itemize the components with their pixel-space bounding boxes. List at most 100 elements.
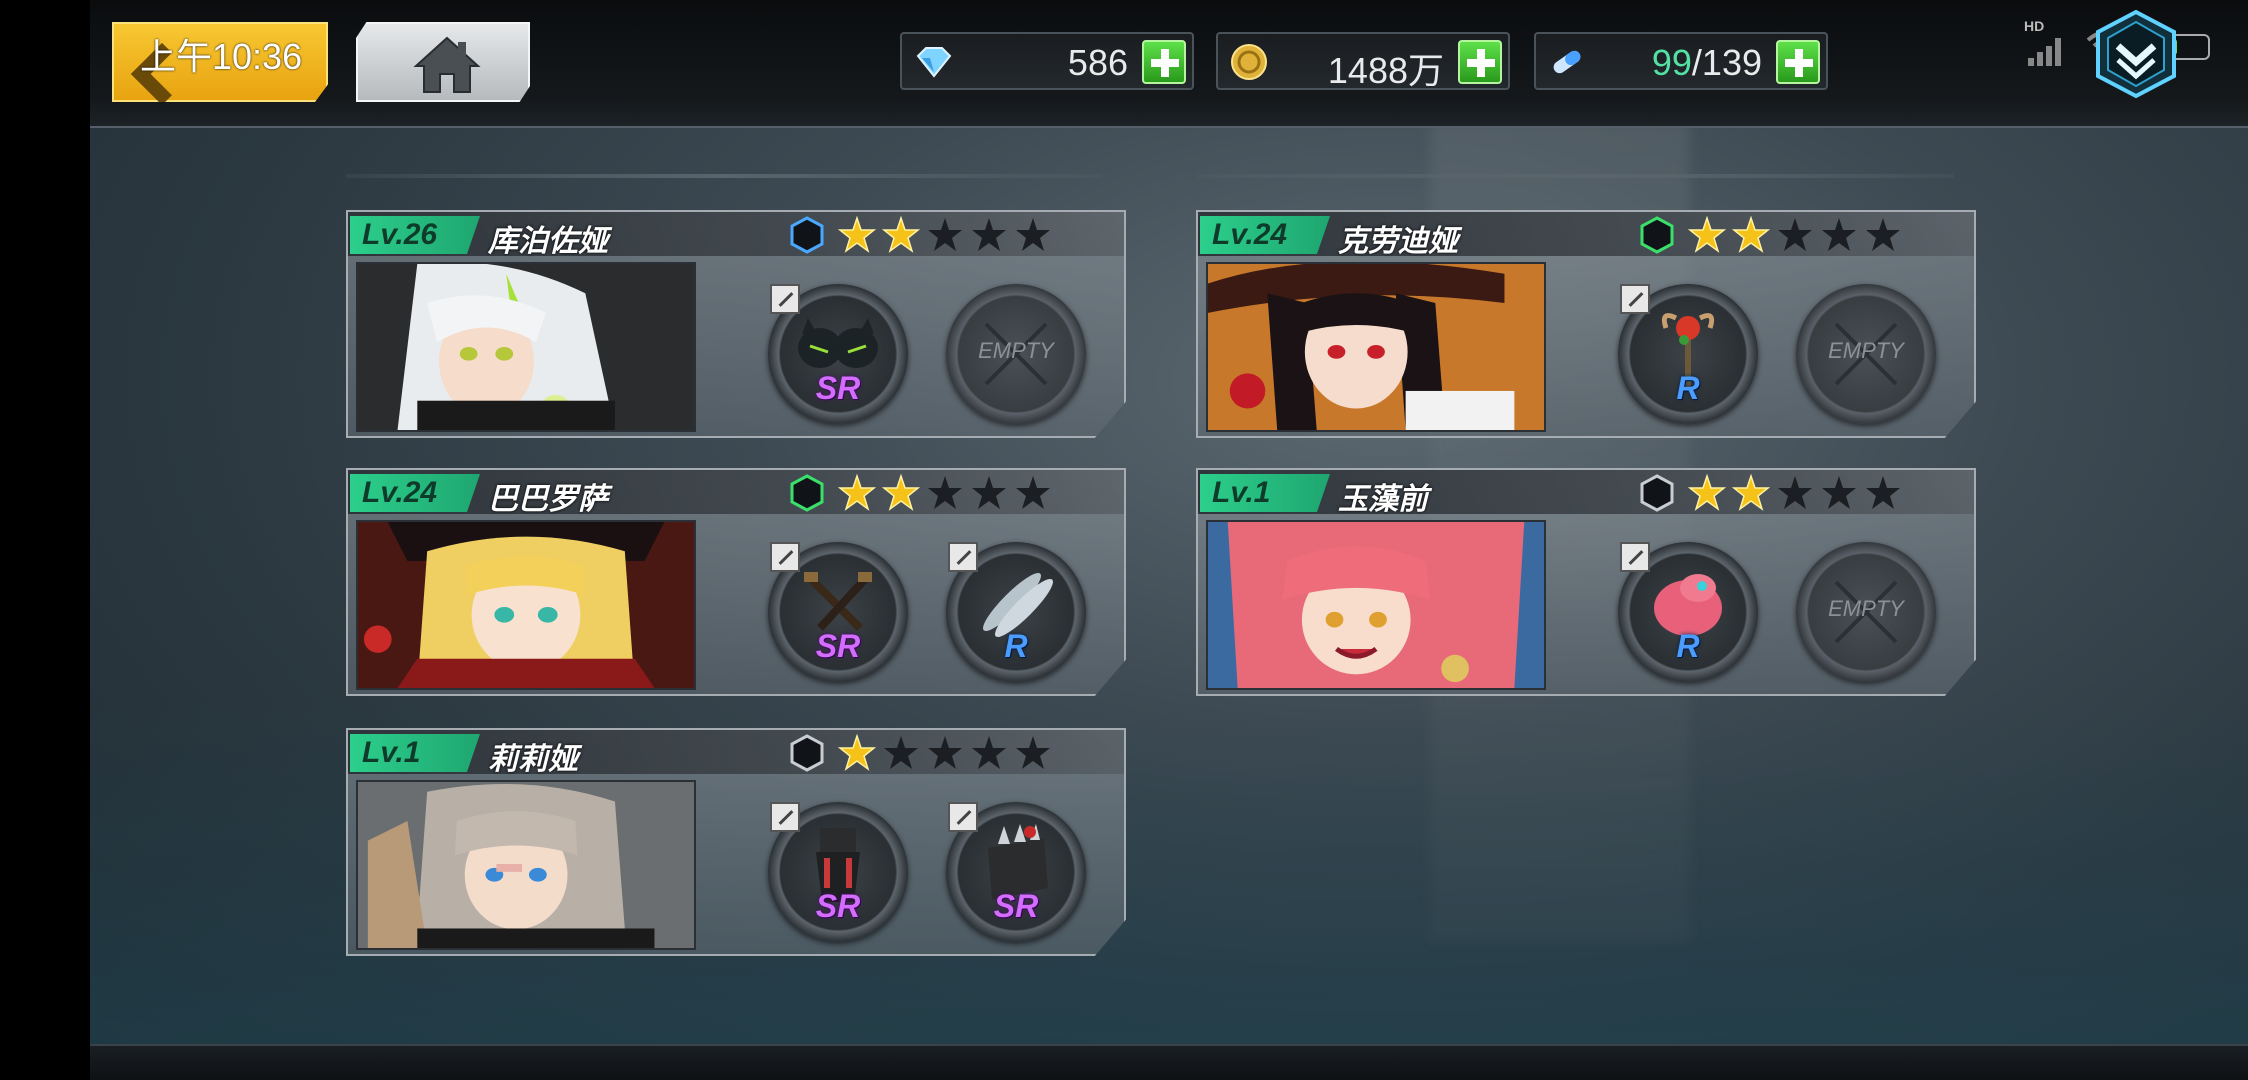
equipment-slot-empty[interactable]: EMPTY: [946, 284, 1086, 424]
portrait-art: [1208, 264, 1544, 430]
star-rating: [838, 474, 1052, 512]
equipment-slot-empty[interactable]: EMPTY: [1796, 542, 1936, 682]
item-grade: R: [1676, 628, 1700, 664]
add-stamina-button[interactable]: [1776, 40, 1820, 84]
card-header: Lv.24 克劳迪娅: [1198, 212, 1974, 258]
panel-divider-right: [1198, 174, 1954, 178]
stamina-counter: 99/139: [1534, 32, 1828, 90]
level-tag: Lv.1: [350, 734, 480, 772]
item-grade: SR: [815, 888, 861, 924]
star-empty-icon: [972, 736, 1006, 769]
star-filled-icon: [1732, 474, 1770, 511]
stamina-separator: /: [1691, 42, 1702, 83]
star-empty-icon: [928, 736, 962, 769]
star-empty-icon: [1822, 218, 1856, 251]
character-card[interactable]: Lv.1 玉藻前 R EMPTY: [1196, 468, 1976, 696]
back-button[interactable]: 上午10:36: [112, 22, 328, 102]
equipment-slot-empty[interactable]: EMPTY: [1796, 284, 1936, 424]
level-text: Lv.26: [362, 218, 438, 251]
portrait-art: [358, 522, 694, 688]
star-empty-icon: [1016, 736, 1050, 769]
star-empty-icon: [1778, 476, 1812, 509]
equipment-slot[interactable]: SR: [946, 802, 1086, 942]
add-crystal-button[interactable]: [1142, 40, 1186, 84]
character-card[interactable]: Lv.1 莉莉娅 SR SR: [346, 728, 1126, 956]
item-grade: R: [1004, 628, 1028, 664]
empty-label: EMPTY: [1828, 596, 1904, 621]
stamina-max: 139: [1701, 42, 1762, 83]
rarity-hexagon-icon: [1640, 474, 1674, 512]
character-name: 库泊佐娅: [488, 225, 608, 258]
home-icon: [413, 36, 481, 93]
add-gold-button[interactable]: [1458, 40, 1502, 84]
star-empty-icon: [1866, 218, 1900, 251]
bottom-bar: [90, 1044, 2248, 1080]
star-filled-icon: [882, 474, 920, 511]
edit-icon[interactable]: [770, 284, 800, 314]
level-tag: Lv.24: [1200, 216, 1330, 254]
star-empty-icon: [928, 476, 962, 509]
level-text: Lv.1: [362, 736, 421, 769]
panel-divider-left: [346, 174, 1102, 178]
character-portrait[interactable]: [1206, 520, 1546, 690]
character-portrait[interactable]: [1206, 262, 1546, 432]
crystal-icon: [916, 47, 952, 78]
star-empty-icon: [928, 218, 962, 251]
character-card[interactable]: Lv.24 克劳迪娅 R EMPTY: [1196, 210, 1976, 438]
star-empty-icon: [1866, 476, 1900, 509]
equipment-slot[interactable]: SR: [768, 542, 908, 682]
item-grade: SR: [993, 888, 1039, 924]
character-name: 巴巴罗萨: [488, 483, 608, 516]
character-portrait[interactable]: [356, 780, 696, 950]
character-card[interactable]: Lv.24 巴巴罗萨 SR R: [346, 468, 1126, 696]
star-empty-icon: [1778, 218, 1812, 251]
character-card[interactable]: Lv.26 库泊佐娅 SR EMPTY: [346, 210, 1126, 438]
stamina-current: 99: [1651, 42, 1692, 83]
edit-icon[interactable]: [1620, 284, 1650, 314]
card-header: Lv.1 莉莉娅: [348, 730, 1124, 776]
collapse-menu-button[interactable]: [2092, 8, 2180, 100]
star-rating: [1688, 474, 1902, 512]
equipment-slot[interactable]: SR: [768, 802, 908, 942]
clock-time: 上午10:36: [140, 36, 303, 77]
star-rating: [838, 216, 1052, 254]
item-grade: SR: [815, 628, 861, 664]
star-filled-icon: [838, 734, 876, 771]
item-grade: SR: [815, 370, 861, 406]
edit-icon[interactable]: [770, 542, 800, 572]
item-grade: R: [1676, 370, 1700, 406]
edit-icon[interactable]: [770, 802, 800, 832]
portrait-art: [358, 782, 694, 948]
level-tag: Lv.24: [350, 474, 480, 512]
character-portrait[interactable]: [356, 262, 696, 432]
level-text: Lv.24: [1212, 218, 1288, 251]
star-empty-icon: [1822, 476, 1856, 509]
character-portrait[interactable]: [356, 520, 696, 690]
card-header: Lv.1 玉藻前: [1198, 470, 1974, 516]
hd-indicator: HD: [2024, 18, 2045, 34]
portrait-art: [358, 264, 694, 430]
equipment-slot[interactable]: SR: [768, 284, 908, 424]
star-empty-icon: [972, 218, 1006, 251]
home-button[interactable]: [356, 22, 530, 102]
gold-coin-icon: [1231, 44, 1267, 80]
star-filled-icon: [838, 216, 876, 253]
star-empty-icon: [884, 736, 918, 769]
edit-icon[interactable]: [948, 542, 978, 572]
equipment-slot[interactable]: R: [946, 542, 1086, 682]
portrait-art: [1208, 522, 1544, 688]
signal-icon: [2028, 38, 2061, 66]
star-filled-icon: [1732, 216, 1770, 253]
star-rating: [838, 734, 1052, 772]
edit-icon[interactable]: [948, 802, 978, 832]
star-empty-icon: [1016, 476, 1050, 509]
equipment-slot[interactable]: R: [1618, 284, 1758, 424]
rarity-hexagon-icon: [1640, 216, 1674, 254]
edit-icon[interactable]: [1620, 542, 1650, 572]
star-filled-icon: [882, 216, 920, 253]
empty-label: EMPTY: [1828, 338, 1904, 363]
equipment-slot[interactable]: R: [1618, 542, 1758, 682]
rarity-hexagon-icon: [790, 216, 824, 254]
character-name: 莉莉娅: [488, 743, 578, 776]
rarity-hexagon-icon: [790, 474, 824, 512]
